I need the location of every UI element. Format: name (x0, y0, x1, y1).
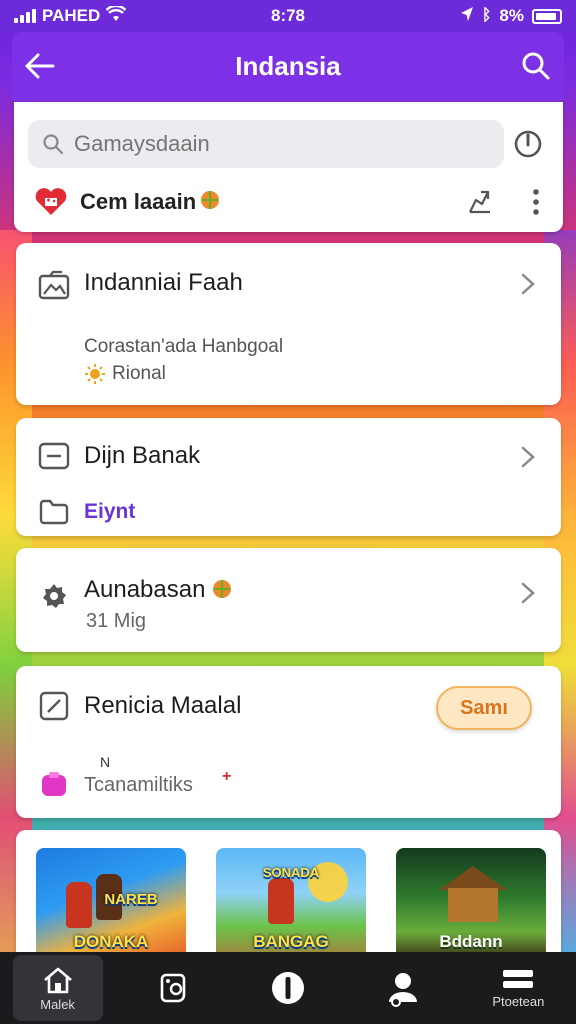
location-icon (460, 6, 474, 27)
hut-shape (448, 888, 498, 922)
thumbnail-card: NAREB DONAKA SONADA BANGAG Bddann (16, 830, 561, 960)
card-detail: Rional (112, 363, 166, 384)
search-icon (43, 134, 64, 155)
app-header: Indansia (12, 32, 564, 100)
more-options-button[interactable] (520, 186, 552, 218)
list-card: Renicia Maalal Samı N Tcanamiltiks + (16, 666, 561, 818)
game-row[interactable]: Cem laaain (34, 184, 554, 220)
game-thumbnail[interactable]: SONADA BANGAG (216, 848, 366, 960)
document-icon (36, 438, 72, 474)
status-bar: PAHED 8:78 ᛒ 8% (0, 0, 576, 32)
image-folder-icon (36, 267, 72, 303)
game-thumbnail[interactable]: NAREB DONAKA (36, 848, 186, 960)
card-detail: 31 Mig (86, 610, 147, 632)
search-button[interactable] (508, 32, 564, 100)
power-icon (514, 130, 542, 158)
hut-roof-shape (439, 866, 507, 890)
sun-icon (85, 364, 105, 384)
card-detail[interactable]: Eiynt (84, 500, 135, 524)
more-vertical-icon (533, 189, 539, 215)
ball-icon (200, 190, 220, 215)
card-title: Indanniai Faah (84, 269, 243, 296)
game-thumbnail[interactable]: Bddann (396, 848, 546, 960)
game-name: Cem laaain (80, 189, 197, 214)
power-icon (271, 972, 304, 1004)
card-title: Aunabasan (84, 576, 206, 603)
thumbnail-caption: BANGAG (253, 932, 329, 951)
card-detail: Tcanamiltiks (84, 774, 193, 796)
nav-item-gallery[interactable] (128, 955, 218, 1021)
thumbnail-strip: NAREB DONAKA SONADA BANGAG Bddann (36, 848, 546, 960)
home-icon (43, 967, 72, 993)
nav-label: Ptoetean (492, 993, 545, 1009)
card-note: N (100, 754, 111, 770)
thumbnail-caption: DONAKA (73, 932, 149, 951)
gear-icon (36, 578, 72, 614)
wifi-icon (105, 4, 127, 27)
card-title: Renicia Maalal (84, 692, 242, 719)
battery-percent: 8% (499, 6, 524, 25)
card-subtitle: Corastan'ada Hanbgoal (84, 336, 284, 357)
list-card[interactable]: Aunabasan 31 Mig (16, 548, 561, 652)
search-input[interactable] (74, 131, 474, 157)
search-card: Cem laaain (14, 102, 563, 232)
share-icon (469, 190, 490, 214)
action-pill-button[interactable]: Samı (436, 686, 532, 730)
back-button[interactable] (12, 32, 68, 100)
ball-icon (213, 580, 232, 598)
menu-icon (503, 969, 534, 988)
clock: 8:78 (270, 6, 306, 25)
gallery-icon (160, 973, 186, 1003)
nav-item-settings[interactable]: Ptoetean (473, 955, 563, 1021)
thumbnail-top-caption: NAREB (104, 891, 158, 908)
arrow-left-icon (25, 53, 55, 79)
search-icon (522, 52, 550, 80)
search-field[interactable] (28, 120, 504, 168)
card-detail-row: Rional (84, 363, 166, 385)
list-card[interactable]: Indanniai Faah Corastan'ada Hanbgoal Rio… (16, 243, 561, 405)
share-button[interactable] (462, 186, 498, 218)
signal-icon (14, 9, 36, 23)
chevron-right-icon (517, 578, 539, 608)
thumbnail-top-caption: SONADA (262, 865, 320, 880)
card-title: Dijn Banak (84, 442, 201, 469)
list-card[interactable]: Dijn Banak Eiynt (16, 418, 561, 536)
bluetooth-icon: ᛒ (481, 7, 492, 24)
nav-item-center[interactable] (243, 955, 333, 1021)
thumbnail-caption: Bddann (439, 932, 503, 951)
edit-icon (36, 688, 72, 724)
bottom-nav: Malek Ptoetean (0, 952, 576, 1024)
nav-label: Malek (40, 996, 75, 1012)
folder-icon (36, 494, 72, 530)
game-logo-icon (34, 185, 68, 219)
chevron-right-icon (517, 269, 539, 299)
chevron-right-icon (517, 442, 539, 472)
carrier-label: PAHED (42, 6, 101, 25)
nav-item-profile[interactable] (358, 955, 448, 1021)
profile-icon (389, 973, 418, 1007)
page-title: Indansia (235, 50, 341, 81)
power-button[interactable] (508, 124, 548, 164)
app-badge-icon (36, 766, 72, 802)
battery-icon (532, 8, 562, 24)
card-title-row: Aunabasan (84, 576, 232, 604)
nav-item-home[interactable]: Malek (12, 955, 103, 1021)
plus-icon: + (222, 768, 232, 785)
character-figure (268, 878, 294, 924)
